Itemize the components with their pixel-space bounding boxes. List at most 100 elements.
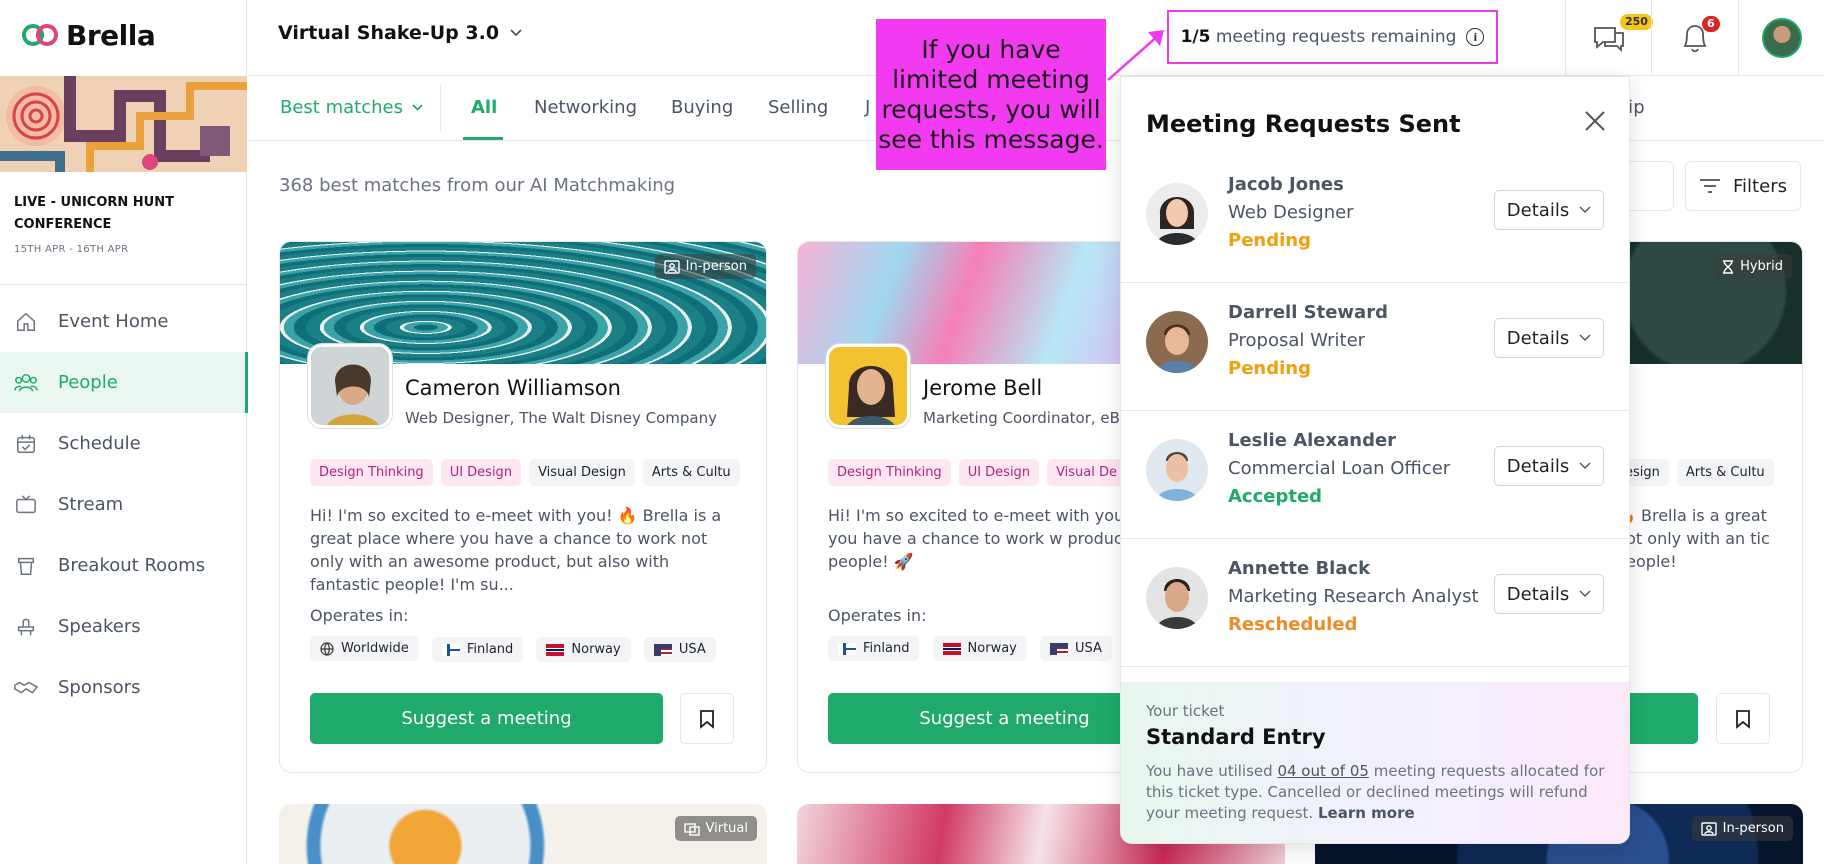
person-role: Web Designer, The Walt Disney Company bbox=[405, 409, 718, 427]
cup-icon bbox=[14, 554, 38, 578]
sidebar-item-speakers[interactable]: Speakers bbox=[0, 596, 247, 657]
details-dropdown[interactable]: Details bbox=[1494, 318, 1604, 358]
chevron-down-icon bbox=[412, 104, 423, 111]
requester-name: Annette Black bbox=[1228, 558, 1371, 579]
avatar bbox=[1146, 183, 1208, 245]
sidebar-item-breakout-rooms[interactable]: Breakout Rooms bbox=[0, 535, 247, 596]
panel-title: Meeting Requests Sent bbox=[1146, 110, 1461, 138]
globe-icon bbox=[320, 641, 334, 656]
learn-more-link[interactable]: Learn more bbox=[1318, 804, 1415, 822]
interest-tags: esign Arts & Cultu bbox=[1616, 459, 1796, 489]
brella-logo-icon bbox=[20, 18, 60, 52]
person-card[interactable]: In-person Cameron Williamson Web Designe… bbox=[279, 241, 767, 773]
hourglass-icon bbox=[1723, 259, 1734, 274]
sidebar-item-sponsors[interactable]: Sponsors bbox=[0, 657, 247, 718]
bookmark-button[interactable] bbox=[1716, 693, 1770, 744]
close-button[interactable] bbox=[1581, 107, 1609, 135]
tab-all[interactable]: All bbox=[471, 97, 497, 118]
chevron-down-icon bbox=[1579, 590, 1591, 597]
sidebar-item-label: Speakers bbox=[58, 616, 141, 637]
requester-role: Proposal Writer bbox=[1228, 330, 1366, 351]
sort-label: Best matches bbox=[280, 97, 403, 118]
person-bio: Hi! I'm so excited to e-meet with you! 🔥… bbox=[310, 506, 722, 594]
tab-networking[interactable]: Networking bbox=[534, 97, 637, 118]
sidebar: Brella LIVE - UNICORN HUNT CONFERENCE 15… bbox=[0, 0, 248, 864]
meeting-requests-remaining[interactable]: 1/5 meeting requests remaining i bbox=[1167, 10, 1498, 64]
people-icon bbox=[14, 371, 38, 395]
avatar bbox=[1146, 439, 1208, 501]
bookmark-button[interactable] bbox=[680, 693, 734, 744]
ticket-text: You have utilised bbox=[1146, 762, 1273, 780]
brella-logo[interactable]: Brella bbox=[20, 18, 156, 52]
event-banner-image bbox=[0, 76, 247, 172]
tag: Design Thinking bbox=[828, 459, 951, 486]
profile-photo bbox=[826, 344, 910, 428]
finland-flag-icon bbox=[838, 642, 856, 655]
sidebar-item-stream[interactable]: Stream bbox=[0, 474, 247, 535]
details-label: Details bbox=[1506, 327, 1570, 349]
info-icon[interactable]: i bbox=[1466, 28, 1485, 46]
requester-name: Jacob Jones bbox=[1228, 174, 1344, 195]
location-label: Norway bbox=[571, 642, 621, 657]
person-name: Jerome Bell bbox=[923, 376, 1043, 400]
filter-icon bbox=[1700, 179, 1721, 193]
meeting-request-row: Darrell Steward Proposal Writer Pending … bbox=[1121, 283, 1629, 411]
location-chip: Norway bbox=[536, 637, 631, 662]
results-count: 368 best matches from our AI Matchmaking bbox=[279, 175, 676, 196]
ticket-name: Standard Entry bbox=[1146, 725, 1326, 749]
tag: Visual De bbox=[1047, 459, 1127, 486]
requests-remaining-text: 1/5 meeting requests remaining bbox=[1181, 27, 1457, 47]
close-icon bbox=[1585, 111, 1605, 131]
usa-flag-icon bbox=[653, 643, 672, 656]
sidebar-item-label: Sponsors bbox=[58, 677, 141, 698]
suggest-meeting-button[interactable]: Suggest a meeting bbox=[310, 693, 663, 744]
chat-badge: 250 bbox=[1620, 14, 1653, 30]
notifications-button[interactable]: 6 bbox=[1651, 0, 1737, 76]
sidebar-item-label: Event Home bbox=[58, 311, 169, 332]
ticket-info: Your ticket Standard Entry You have util… bbox=[1121, 682, 1629, 843]
tag: UI Design bbox=[958, 459, 1040, 486]
chevron-down-icon bbox=[510, 29, 522, 37]
sidebar-item-schedule[interactable]: Schedule bbox=[0, 413, 247, 474]
details-dropdown[interactable]: Details bbox=[1494, 574, 1604, 614]
attendance-mode-badge: In-person bbox=[1691, 816, 1793, 841]
filters-button[interactable]: Filters bbox=[1685, 161, 1801, 211]
requester-role: Web Designer bbox=[1228, 202, 1354, 223]
tab-buying[interactable]: Buying bbox=[671, 97, 733, 118]
details-label: Details bbox=[1506, 583, 1570, 605]
details-dropdown[interactable]: Details bbox=[1494, 446, 1604, 486]
event-selector[interactable]: Virtual Shake-Up 3.0 bbox=[278, 22, 523, 44]
location-list: Worldwide Finland Norway USA bbox=[310, 636, 724, 662]
details-label: Details bbox=[1506, 455, 1570, 477]
tag: Arts & Cultu bbox=[1676, 459, 1774, 486]
home-icon bbox=[14, 310, 38, 334]
bookmark-icon bbox=[1736, 709, 1750, 729]
request-status: Pending bbox=[1228, 358, 1311, 379]
handshake-icon bbox=[14, 676, 38, 700]
tag: Visual Design bbox=[529, 459, 635, 486]
sort-dropdown[interactable]: Best matches bbox=[280, 97, 424, 118]
details-dropdown[interactable]: Details bbox=[1494, 190, 1604, 230]
attendance-mode-badge: Virtual bbox=[674, 816, 757, 841]
chevron-down-icon bbox=[1579, 334, 1591, 341]
norway-flag-icon bbox=[546, 643, 565, 656]
requests-label: meeting requests remaining bbox=[1215, 27, 1457, 47]
tab-partial[interactable]: J bbox=[865, 97, 870, 118]
tag: Arts & Cultu bbox=[642, 459, 740, 486]
location-chip: Norway bbox=[932, 636, 1027, 661]
location-label: Worldwide bbox=[341, 641, 409, 656]
person-card[interactable]: Virtual bbox=[279, 804, 767, 864]
location-chip: USA bbox=[643, 637, 716, 662]
request-status: Accepted bbox=[1228, 486, 1323, 507]
calendar-icon bbox=[14, 432, 38, 456]
tab-selling[interactable]: Selling bbox=[768, 97, 828, 118]
sidebar-item-event-home[interactable]: Event Home bbox=[0, 291, 247, 352]
requester-role: Marketing Research Analyst bbox=[1228, 586, 1479, 607]
messages-button[interactable]: 250 bbox=[1565, 0, 1653, 76]
annotation-callout: If you have limited meeting requests, yo… bbox=[876, 19, 1106, 170]
profile-button[interactable] bbox=[1738, 0, 1824, 76]
interest-tags: Design Thinking UI Design Visual Design Art… bbox=[310, 459, 740, 489]
virtual-icon bbox=[683, 822, 700, 836]
sidebar-item-people[interactable]: People bbox=[0, 352, 248, 413]
requester-role: Commercial Loan Officer bbox=[1228, 458, 1451, 479]
